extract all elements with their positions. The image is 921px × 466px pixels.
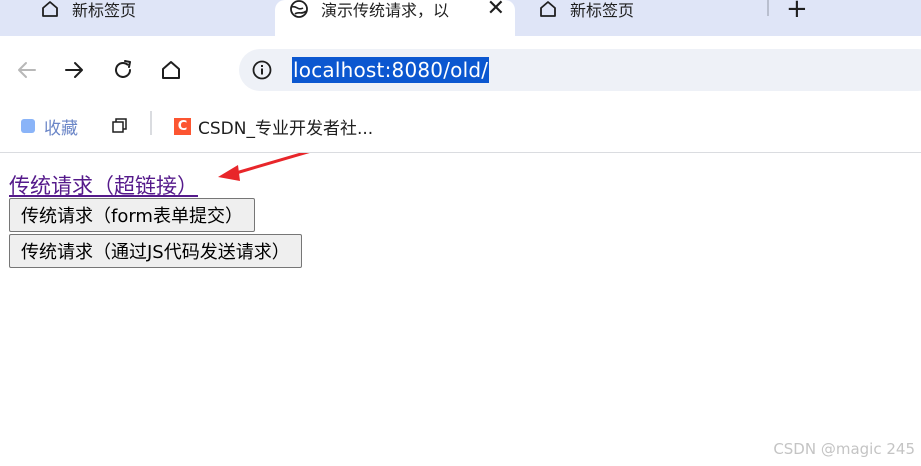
new-tab-button[interactable]: + [786, 0, 808, 24]
tab-active-demo[interactable]: 演示传统请求，以 ✕ [275, 0, 515, 36]
watermark: CSDN @magic 245 [773, 440, 915, 458]
globe-icon [289, 0, 309, 19]
bookmark-csdn[interactable]: C CSDN_专业开发者社... [174, 113, 373, 139]
browser-toolbar: localhost:8080/old/ [0, 36, 921, 102]
arrow-left-icon [18, 62, 36, 78]
home-button[interactable] [154, 53, 188, 87]
tab-new-tab-1[interactable]: 新标签页 [30, 0, 270, 36]
reload-icon [115, 60, 131, 78]
annotation-arrow [218, 153, 310, 181]
arrow-right-icon [65, 62, 83, 78]
bookmark-label: CSDN_专业开发者社... [198, 118, 374, 139]
tab-title: 新标签页 [72, 1, 137, 20]
bookmark-favorites[interactable]: 收藏 [21, 113, 78, 139]
forward-button[interactable] [57, 53, 91, 87]
back-button[interactable] [10, 53, 44, 87]
bookmarks-divider [150, 111, 152, 135]
home-icon [538, 0, 558, 19]
address-bar[interactable]: localhost:8080/old/ [239, 49, 921, 91]
info-icon[interactable] [251, 59, 273, 81]
page-content: 传统请求（超链接） 传统请求（form表单提交） 传统请求（通过JS代码发送请求… [0, 153, 921, 466]
tab-separator [767, 0, 769, 16]
home-icon [162, 61, 180, 79]
tab-title: 演示传统请求，以 [321, 1, 450, 20]
tab-strip: 新标签页 演示传统请求，以 ✕ 新标签页 + [0, 0, 921, 36]
copy-icon [112, 118, 127, 133]
tab-groups-button[interactable] [111, 113, 129, 139]
csdn-logo-icon: C [174, 117, 191, 135]
bookmark-folder-icon [21, 119, 35, 133]
home-icon [40, 0, 60, 19]
reload-button[interactable] [106, 53, 140, 87]
close-icon[interactable]: ✕ [487, 0, 505, 21]
bookmarks-bar: 收藏 C CSDN_专业开发者社... [0, 102, 921, 153]
url-text[interactable]: localhost:8080/old/ [292, 57, 490, 83]
bookmark-label: 收藏 [44, 118, 78, 139]
tab-new-tab-2[interactable]: 新标签页 [520, 0, 760, 36]
tab-title: 新标签页 [570, 1, 635, 20]
